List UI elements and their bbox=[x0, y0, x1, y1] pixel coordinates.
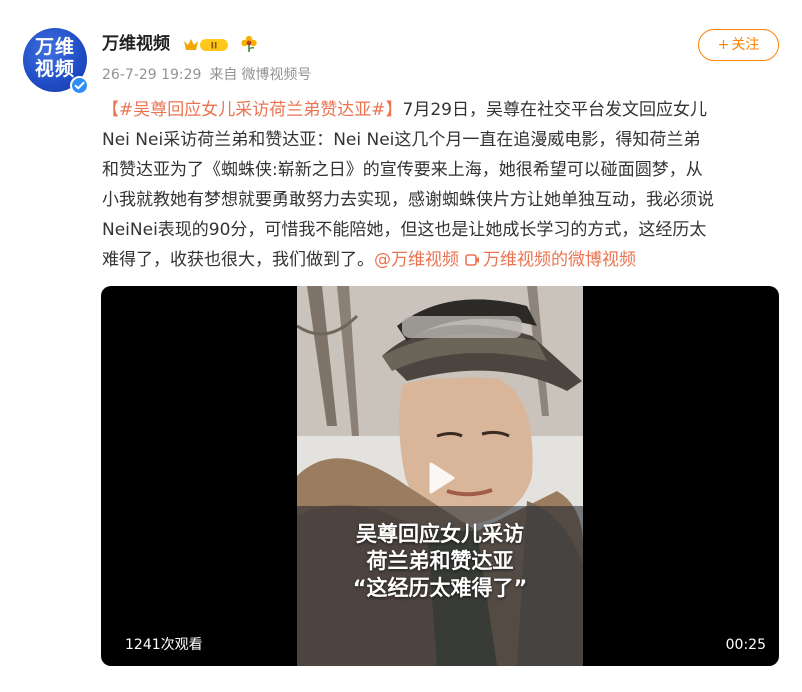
video-caption-line-3: “这经历太难得了” bbox=[352, 576, 528, 600]
follow-button[interactable]: + 关注 bbox=[698, 29, 779, 61]
post-text-line-4: 小我就教她有梦想就要勇敢努力去实现，感谢蜘蛛侠片方让她单独互动，我必须说 bbox=[102, 190, 714, 210]
hashtag-link[interactable]: 【#吴尊回应女儿采访荷兰弟赞达亚#】 bbox=[102, 100, 403, 120]
post-text-line-3: 和赞达亚为了《蜘蛛侠:崭新之日》的宣传要来上海，她很希望可以碰面圆梦，从 bbox=[102, 160, 703, 180]
verified-icon bbox=[70, 76, 89, 95]
video-link[interactable]: 万维视频的微博视频 bbox=[459, 250, 636, 270]
video-caption: 吴尊回应女儿采访 荷兰弟和赞达亚 “这经历太难得了” bbox=[297, 521, 583, 602]
video-caption-line-2: 荷兰弟和赞达亚 bbox=[366, 549, 514, 573]
avatar-text-top: 万维 bbox=[34, 36, 75, 58]
level-badge-icon[interactable]: II bbox=[182, 37, 230, 53]
video-duration: 00:25 bbox=[725, 637, 766, 653]
follow-label: 关注 bbox=[731, 37, 760, 53]
play-icon[interactable] bbox=[419, 458, 459, 498]
post-text-line-2: Nei Nei采访荷兰弟和赞达亚：Nei Nei这几个月一直在追漫威电影，得知荷… bbox=[102, 130, 701, 150]
post-time[interactable]: 26-7-29 19:29 bbox=[102, 67, 201, 83]
account-name[interactable]: 万维视频 bbox=[102, 33, 170, 55]
post-text-line-6: 难得了，收获也很大，我们做到了。 bbox=[102, 250, 374, 270]
level-badge-text: II bbox=[211, 42, 218, 52]
video-caption-line-1: 吴尊回应女儿采访 bbox=[356, 522, 524, 546]
post-text-line-5: NeiNei表现的90分，可惜我不能陪她，但这也是让她成长学习的方式，这经历太 bbox=[102, 220, 707, 240]
weibo-post-card: 万维 视频 万维视频 II 26-7-29 19:29 来自 微博视频号 + 关注 【… bbox=[0, 0, 802, 692]
mention-link[interactable]: @万维视频 bbox=[374, 250, 459, 270]
video-link-label: 万维视频的微博视频 bbox=[483, 250, 636, 270]
post-meta: 26-7-29 19:29 来自 微博视频号 bbox=[102, 66, 311, 84]
video-player[interactable]: 吴尊回应女儿采访 荷兰弟和赞达亚 “这经历太难得了” 1241次观看 00:25 bbox=[101, 286, 779, 666]
post-text-line-1: 7月29日，吴尊在社交平台发文回应女儿 bbox=[402, 100, 707, 120]
source-prefix: 来自 bbox=[209, 67, 238, 83]
flower-icon[interactable] bbox=[240, 35, 258, 53]
video-link-icon bbox=[465, 247, 480, 277]
view-count: 1241次观看 bbox=[125, 637, 203, 653]
post-text: 【#吴尊回应女儿采访荷兰弟赞达亚#】7月29日，吴尊在社交平台发文回应女儿 Ne… bbox=[102, 95, 782, 277]
plus-icon: + bbox=[717, 37, 730, 53]
post-source[interactable]: 微博视频号 bbox=[241, 67, 311, 83]
